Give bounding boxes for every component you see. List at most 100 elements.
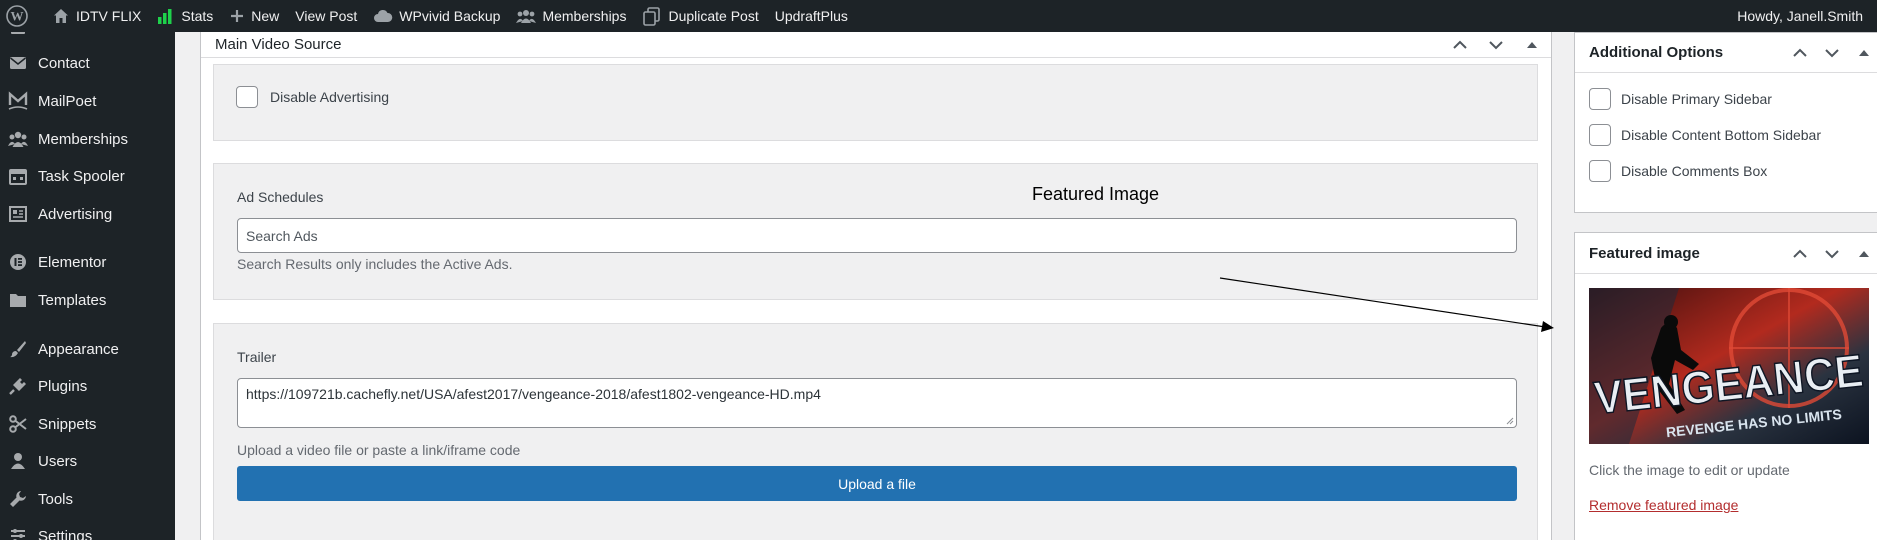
sidebar-item-users[interactable]: Users [0,444,175,478]
memberships-label: Memberships [542,8,627,24]
groups-icon [8,129,28,149]
scissors-icon [8,414,28,434]
move-up-icon[interactable] [1789,243,1811,265]
disable-content-bottom-sidebar-checkbox[interactable] [1589,124,1611,146]
disable-primary-sidebar-option[interactable]: Disable Primary Sidebar [1589,88,1772,110]
disable-advertising-panel: Disable Advertising [213,64,1538,141]
sidebar-item-label: Users [38,452,78,470]
disable-advertising-checkbox[interactable] [236,86,258,108]
sidebar-item-contact[interactable]: Contact [0,46,175,80]
site-name-link[interactable]: IDTV FLIX [44,0,149,32]
mailpoet-icon [8,91,28,111]
sidebar-item-appearance[interactable]: Appearance [0,332,175,366]
view-post-label: View Post [295,8,358,24]
trailer-url-textarea[interactable]: https://109721b.cachefly.net/USA/afest20… [237,378,1517,428]
toggle-panel-icon[interactable] [1521,34,1543,56]
sidebar-item-plugins[interactable]: Plugins [0,369,175,403]
additional-options-header: Additional Options [1575,33,1877,73]
sidebar-item-label: MailPoet [38,92,97,110]
move-up-icon[interactable] [1449,34,1471,56]
greeting-text: Howdy, Janell.Smith [1737,8,1863,24]
sidebar-item-label: Templates [38,291,107,309]
trailer-panel: Trailer https://109721b.cachefly.net/USA… [213,323,1538,540]
sidebar-item-tools[interactable]: Tools [0,482,175,516]
search-ads-input[interactable]: Search Ads [237,218,1517,253]
move-down-icon[interactable] [1485,34,1507,56]
wrench-icon [8,489,28,509]
disable-comments-box-option[interactable]: Disable Comments Box [1589,160,1767,182]
brush-icon [8,339,28,359]
sidebar-item-settings[interactable]: Settings [0,519,175,540]
duplicate-post-label: Duplicate Post [668,8,759,24]
sidebar-item-mailpoet[interactable]: MailPoet [0,84,175,118]
featured-image-thumbnail[interactable]: VENGEANCE REVENGE HAS NO LIMITS [1589,288,1869,444]
featured-image-header: Featured image [1575,233,1877,274]
disable-primary-sidebar-checkbox[interactable] [1589,88,1611,110]
sidebar-item-label: Task Spooler [38,167,125,185]
admin-bar: W IDTV FLIX Stats New View Post WPvivid … [0,0,1877,32]
plugin-icon [8,376,28,396]
user-icon [8,451,28,471]
sidebar-item-label: Snippets [38,415,97,433]
sidebar-item-templates[interactable]: Templates [0,283,175,317]
remove-featured-image-link[interactable]: Remove featured image [1589,497,1738,513]
upload-file-button[interactable]: Upload a file [237,466,1517,501]
resize-handle-icon[interactable] [1506,417,1514,425]
move-down-icon[interactable] [1821,243,1843,265]
sidebar-item-label: Advertising [38,205,113,223]
option-label: Disable Comments Box [1621,163,1768,179]
bar-chart-icon [158,9,172,24]
search-ads-placeholder: Search Ads [246,227,318,244]
sidebar-item-label: Tools [38,490,74,508]
user-greeting[interactable]: Howdy, Janell.Smith [1729,0,1877,32]
stats-link[interactable]: Stats [149,0,221,32]
sidebar-item-label: Plugins [38,377,88,395]
home-icon [54,9,68,23]
new-label: New [251,8,280,24]
cloud-icon [374,9,393,22]
memberships-link[interactable]: Memberships [508,0,634,32]
toggle-panel-icon[interactable] [1853,42,1875,64]
envelope-icon [8,53,28,73]
additional-options-box: Additional Options Disable Primary Sideb… [1574,32,1877,213]
sidebar-item-advertising[interactable]: Advertising [0,197,175,231]
calendar-icon [8,166,28,186]
wordpress-logo-icon[interactable]: W [0,0,44,32]
option-label: Disable Primary Sidebar [1621,91,1772,107]
sidebar-item-elementor[interactable]: Elementor [0,245,175,279]
featured-image-annotation: Featured Image [1032,184,1160,204]
postbox-header: Main Video Source [201,32,1551,58]
site-name: IDTV FLIX [76,8,142,24]
sidebar-item-label: Appearance [38,340,119,358]
sidebar-item-snippets[interactable]: Snippets [0,407,175,441]
sidebar-item-task-spooler[interactable]: Task Spooler [0,159,175,193]
wpvivid-backup-link[interactable]: WPvivid Backup [365,0,508,32]
option-label: Disable Content Bottom Sidebar [1621,127,1821,143]
svg-text:W: W [11,9,24,24]
disable-advertising-label: Disable Advertising [270,89,390,105]
sidebar-item-memberships[interactable]: Memberships [0,122,175,156]
move-up-icon[interactable] [1789,42,1811,64]
toggle-panel-icon[interactable] [1853,243,1875,265]
new-link[interactable]: New [221,0,287,32]
disable-advertising-option[interactable]: Disable Advertising [236,86,389,108]
updraftplus-link[interactable]: UpdraftPlus [767,0,856,32]
admin-sidebar: Contact MailPoet Memberships Task Spoole… [0,32,175,540]
search-hint: Search Results only includes the Active … [237,256,513,272]
view-post-link[interactable]: View Post [287,0,365,32]
additional-options-title: Additional Options [1589,44,1724,61]
sidebar-item-label: Contact [38,54,90,72]
sidebar-item-label: Memberships [38,130,129,148]
sidebar-item-label: Settings [38,527,93,540]
featured-image-hint: Click the image to edit or update [1589,462,1790,478]
disable-content-bottom-sidebar-option[interactable]: Disable Content Bottom Sidebar [1589,124,1821,146]
updraftplus-label: UpdraftPlus [774,8,848,24]
disable-comments-box-checkbox[interactable] [1589,160,1611,182]
featured-image-box: Featured image VENGEANCE REVENGE HAS NO … [1574,232,1877,540]
box-title: Main Video Source [215,36,342,53]
folder-icon [8,290,28,310]
featured-image-title: Featured image [1589,244,1700,262]
duplicate-post-link[interactable]: Duplicate Post [634,0,766,32]
move-down-icon[interactable] [1821,42,1843,64]
sidebar-item-label: Elementor [38,253,107,271]
